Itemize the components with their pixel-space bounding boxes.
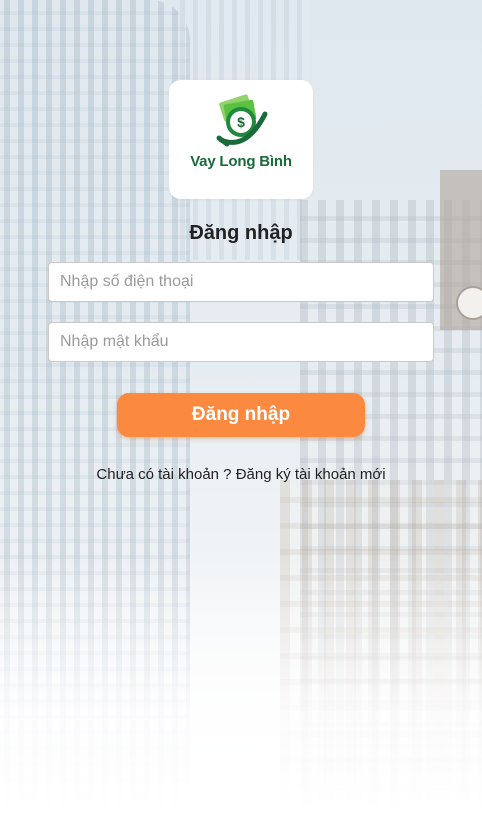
svg-text:$: $	[237, 114, 245, 130]
logo-card: $ Vay Long Bình	[169, 80, 313, 199]
phone-input[interactable]	[48, 262, 434, 302]
login-button[interactable]: Đăng nhập	[117, 393, 365, 437]
money-logo-icon: $	[216, 94, 268, 147]
background-fade	[0, 555, 482, 815]
page-title: Đăng nhập	[189, 222, 293, 244]
signup-prompt: Chưa có tài khoản ? Đăng ký tài khoản mớ…	[0, 466, 482, 483]
clock-face	[456, 286, 482, 320]
signup-link[interactable]: Đăng ký tài khoản mới	[236, 466, 386, 483]
brand-name: Vay Long Bình	[190, 153, 292, 170]
password-input[interactable]	[48, 322, 434, 362]
signup-prompt-text: Chưa có tài khoản ?	[96, 466, 236, 483]
